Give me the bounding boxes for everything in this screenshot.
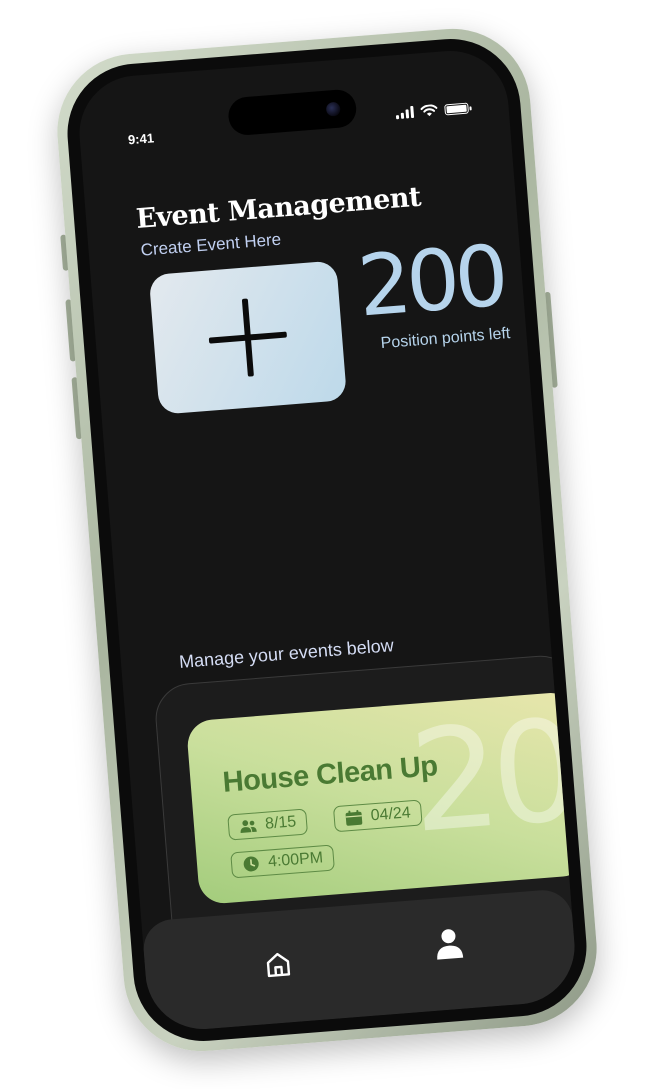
phone-mockup: 9:41 Event Management Create Event Here [51,22,603,1058]
app-screen: 9:41 Event Management Create Event Here [75,46,579,1034]
people-icon [240,820,257,833]
signal-icon [395,105,415,120]
time-chip: 4:00PM [230,844,336,879]
event-time: 4:00PM [267,849,324,871]
stage: 9:41 Event Management Create Event Here [0,0,656,1089]
clock-icon [243,856,259,872]
profile-icon[interactable] [433,927,465,961]
dynamic-island [227,88,358,137]
wifi-icon [420,104,438,117]
date-chip: 04/24 [332,799,423,833]
home-icon[interactable] [262,948,294,980]
plus-icon [206,296,290,380]
status-icons [395,102,469,120]
status-time: 9:41 [127,130,155,148]
battery-icon [444,102,469,115]
event-title: House Clean Up [221,750,439,799]
camera-icon [325,101,341,117]
page-subtitle: Create Event Here [139,229,282,260]
attendees-count: 8/15 [264,813,297,833]
manage-events-label: Manage your events below [178,635,395,672]
event-card[interactable]: 20 House Clean Up 8/15 04/24 4:00PM [185,691,579,906]
calendar-icon [345,809,363,826]
page-title: Event Management [135,181,422,235]
attendees-chip: 8/15 [227,808,309,841]
create-event-button[interactable] [148,260,348,415]
event-date: 04/24 [370,804,412,825]
points-value: 200 [354,226,507,336]
